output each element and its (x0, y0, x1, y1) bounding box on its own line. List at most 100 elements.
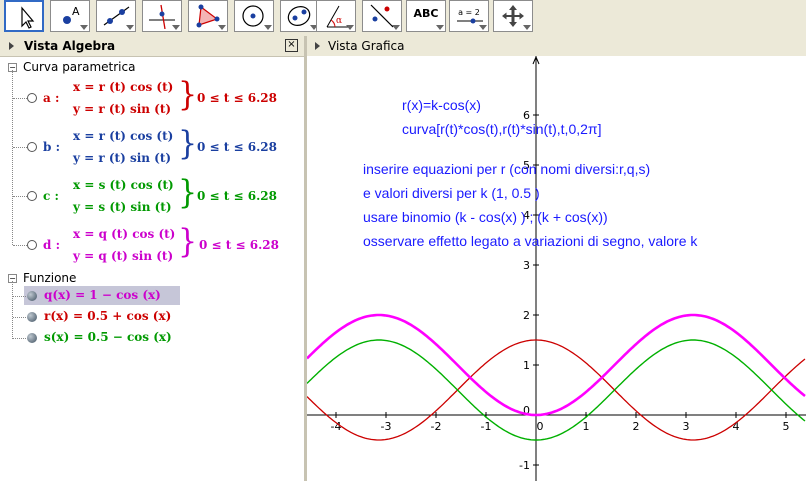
curve-y-equation: y = r (t) sin (t) (73, 102, 172, 116)
x-tick-label: 0 (537, 420, 544, 433)
brace-icon: } (178, 222, 198, 261)
tree-line (12, 70, 13, 245)
svg-text:A: A (72, 5, 80, 18)
x-tick-label: 3 (683, 420, 690, 433)
note-line[interactable]: inserire equazioni per r (con nomi diver… (363, 161, 650, 177)
algebra-view-title: Vista Algebra (24, 39, 116, 53)
brace-icon: } (178, 173, 198, 212)
dropdown-arrow-icon (126, 25, 134, 30)
note-line[interactable]: r(x)=k-cos(x) (402, 97, 481, 113)
curve-range: 0 ≤ t ≤ 6.28 (197, 91, 277, 105)
dropdown-arrow-icon (172, 25, 180, 30)
graphics-view[interactable]: -4 -3 -2 -1 0 1 2 3 4 5 -1 0 1 2 3 4 5 6 r(x)=k-cos(x) cur… (306, 55, 806, 481)
curve-x-equation: x = r (t) cos (t) (73, 129, 174, 143)
x-tick-label: -2 (431, 420, 442, 433)
function-label: q(x) = 1 − cos (x) (44, 288, 161, 302)
tree-branch (13, 338, 26, 339)
curve-range: 0 ≤ t ≤ 6.28 (199, 238, 279, 252)
x-tick-label: -1 (481, 420, 492, 433)
perpendicular-tool-button[interactable] (142, 0, 182, 32)
point-tool-button[interactable]: A (50, 0, 90, 32)
curve-y-equation: y = q (t) sin (t) (73, 249, 174, 263)
visibility-toggle-icon[interactable] (27, 142, 37, 152)
note-line[interactable]: e valori diversi per k (1, 0.5 ) (363, 185, 540, 201)
move-view-tool-button[interactable] (493, 0, 533, 32)
folder-function[interactable]: − Funzione (8, 271, 76, 285)
algebra-view-header[interactable]: Vista Algebra × (0, 36, 304, 57)
svg-text:α: α (336, 16, 342, 26)
graphics-view-title: Vista Grafica (328, 39, 405, 53)
dropdown-arrow-icon (80, 25, 88, 30)
x-tick-label: 2 (633, 420, 640, 433)
function-label: s(x) = 0.5 − cos (x) (44, 330, 172, 344)
dropdown-arrow-icon (436, 25, 444, 30)
curve-range: 0 ≤ t ≤ 6.28 (197, 140, 277, 154)
y-tick-label: 3 (523, 259, 530, 272)
curve-name: c : (43, 189, 59, 203)
visibility-toggle-icon[interactable] (27, 93, 37, 103)
curve-q (306, 313, 806, 417)
x-tick-label: -3 (381, 420, 392, 433)
x-tick-label: 1 (583, 420, 590, 433)
dropdown-arrow-icon (218, 25, 226, 30)
curve-y-equation: y = r (t) sin (t) (73, 151, 172, 165)
polygon-tool-button[interactable] (188, 0, 228, 32)
x-tick-label: 5 (783, 420, 790, 433)
folder-curve-label: Curva parametrica (23, 60, 136, 74)
tree-branch (13, 196, 27, 197)
slider-icon (457, 18, 483, 24)
y-tick-label: 1 (523, 359, 530, 372)
curve-name: a : (43, 91, 60, 105)
algebra-view: Vista Algebra × − Curva parametrica a : x … (0, 36, 304, 481)
dropdown-arrow-icon (264, 25, 272, 30)
curve-y-equation: y = s (t) sin (t) (73, 200, 172, 214)
dropdown-arrow-icon (479, 25, 487, 30)
function-label: r(x) = 0.5 + cos (x) (44, 309, 172, 323)
text-tool-label: ABC (413, 7, 439, 20)
note-line[interactable]: curva[r(t)*cos(t),r(t)*sin(t),t,0,2π] (402, 121, 601, 137)
function-plot[interactable]: -4 -3 -2 -1 0 1 2 3 4 5-10123456 (306, 55, 806, 481)
dropdown-arrow-icon (523, 25, 531, 30)
curve-x-equation: x = r (t) cos (t) (73, 80, 174, 94)
visibility-toggle-icon[interactable] (27, 333, 37, 343)
note-line[interactable]: osservare effetto legato a variazioni di… (363, 233, 697, 249)
brace-icon: } (178, 124, 198, 163)
ellipse-tool-button[interactable] (280, 0, 320, 32)
slider-tool-button[interactable]: a = 2 (449, 0, 489, 32)
visibility-toggle-icon[interactable] (27, 291, 37, 301)
dropdown-arrow-icon (346, 25, 354, 30)
note-line[interactable]: usare binomio (k - cos(x) ) ; (k + cos(x… (363, 209, 608, 225)
move-tool-button[interactable] (4, 0, 44, 32)
dropdown-arrow-icon (392, 25, 400, 30)
visibility-toggle-icon[interactable] (27, 240, 37, 250)
circle-tool-button[interactable] (234, 0, 274, 32)
tree-branch (13, 317, 26, 318)
toolbar: A α ABC a = 2 (0, 0, 806, 36)
reflect-tool-button[interactable] (362, 0, 402, 32)
cursor-arrow-icon (21, 6, 35, 29)
curve-name: d : (43, 238, 60, 252)
visibility-toggle-icon[interactable] (27, 312, 37, 322)
tree-branch (13, 147, 27, 148)
collapse-arrow-icon[interactable] (315, 42, 320, 50)
curve-x-equation: x = s (t) cos (t) (73, 178, 174, 192)
tree-branch (13, 98, 27, 99)
angle-tool-button[interactable]: α (316, 0, 356, 32)
text-tool-button[interactable]: ABC (406, 0, 446, 32)
tree-branch (13, 296, 26, 297)
visibility-toggle-icon[interactable] (27, 191, 37, 201)
graphics-view-header[interactable]: Vista Grafica (307, 36, 806, 57)
close-icon[interactable]: × (285, 39, 298, 52)
curve-range: 0 ≤ t ≤ 6.28 (197, 189, 277, 203)
curve-x-equation: x = q (t) cos (t) (73, 227, 176, 241)
tree-branch (13, 245, 27, 246)
brace-icon: } (178, 75, 198, 114)
line-tool-button[interactable] (96, 0, 136, 32)
folder-function-label: Funzione (23, 271, 77, 285)
curve-name: b : (43, 140, 60, 154)
y-tick-label: -1 (519, 459, 530, 472)
collapse-arrow-icon[interactable] (9, 42, 14, 50)
y-tick-label: 2 (523, 309, 530, 322)
tree-line (12, 281, 13, 339)
folder-curve[interactable]: − Curva parametrica (8, 60, 135, 74)
